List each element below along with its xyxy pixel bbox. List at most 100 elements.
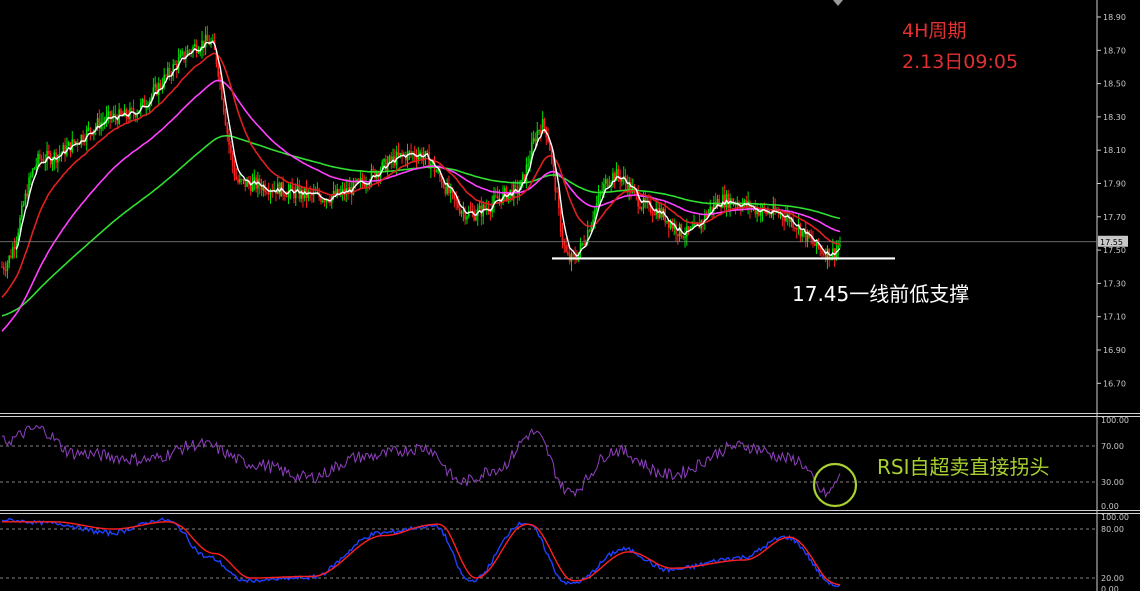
candle-body [174,63,176,65]
candle-body [822,254,825,256]
candle-body [532,138,535,142]
candle-body [522,174,524,181]
candle-body [233,165,236,177]
candle-body [195,44,198,54]
candle-body [165,75,167,77]
rsi-tick-label: 100.00 [1101,416,1129,425]
candle-body [606,179,609,187]
candle-body [39,153,41,160]
candle-body [321,200,324,202]
stochastic-tick-label: 100.00 [1101,513,1129,522]
candle-body [197,52,200,54]
candle-body [484,204,486,210]
candle-body [130,108,133,110]
candle-body [359,177,362,180]
stochastic-tick-label: 0.00 [1101,585,1119,591]
candle-body [448,182,450,194]
candle-body [102,121,104,123]
candle-body [390,156,393,162]
candle-body [26,193,29,197]
price-tick-label: 18.50 [1103,80,1126,89]
candle-body [489,211,492,213]
candle-body [795,228,798,230]
candle-body [240,179,243,181]
candle-body [55,152,57,163]
price-tick-label: 18.90 [1103,13,1126,22]
candle-body [291,185,293,190]
price-tick-label: 17.70 [1103,213,1126,222]
candle-body [617,168,620,177]
rsi-annotation: RSI自超卖直接拐头 [877,455,1050,479]
candle-body [285,196,288,198]
candle-body [770,214,773,216]
candle-body [658,208,661,219]
candle-body [284,194,286,197]
candle-body [567,251,569,255]
candle-body [426,151,429,153]
candle-body [723,194,726,208]
candle-body [415,156,418,160]
candle-body [783,217,785,221]
candle-body [107,111,110,116]
candle-body [206,34,209,41]
candle-body [604,179,607,184]
candle-body [6,263,9,271]
timeframe-annotation: 4H周期 [902,20,966,42]
candle-body [365,184,367,187]
candle-body [267,192,270,195]
price-tick-label: 18.10 [1103,146,1126,155]
candle-body [358,179,360,181]
candle-body [181,51,184,54]
candle-body [82,135,84,142]
candle-body [794,227,796,229]
candle-body [727,193,730,208]
candle-body [581,243,584,245]
candle-body [565,245,567,252]
candle-body [399,153,402,156]
candle-body [89,127,92,132]
candle-body [242,179,245,181]
candle-body [401,153,403,156]
candle-body [12,247,14,258]
candle-body [397,152,400,156]
candle-body [494,195,497,197]
candle-body [8,255,11,264]
candle-body [785,216,787,221]
candle-body [572,253,575,255]
candle-body [127,117,129,120]
candle-body [687,226,690,231]
timestamp-annotation: 2.13日09:05 [902,51,1018,73]
price-tick-label: 17.10 [1103,313,1126,322]
price-tick-label: 18.70 [1103,46,1126,55]
support-annotation: 17.45一线前低支撑 [792,282,969,306]
candle-body [35,164,38,168]
price-tick-label: 17.90 [1103,180,1126,189]
candle-body [839,244,841,246]
candle-body [141,99,144,104]
candle-body [478,205,481,209]
candle-body [33,167,36,170]
candle-body [442,184,445,188]
candle-body [556,191,558,193]
candle-body [642,198,645,208]
candle-body [475,216,477,221]
candle-body [168,67,171,75]
candle-body [296,186,299,190]
candle-body [709,206,712,212]
candle-body [669,222,672,228]
candle-body [40,159,43,161]
candle-body [408,151,411,153]
candle-body [13,247,16,249]
candle-body [460,211,463,214]
candle-body [677,234,679,237]
candle-body [22,204,25,206]
candle-body [96,118,99,127]
candle-body [222,99,225,112]
candle-body [462,210,465,212]
candle-body [120,109,122,115]
candle-body [1,266,3,268]
candle-body [235,176,238,180]
candle-body [651,213,654,215]
candle-body [505,187,508,201]
candle-body [592,219,594,225]
